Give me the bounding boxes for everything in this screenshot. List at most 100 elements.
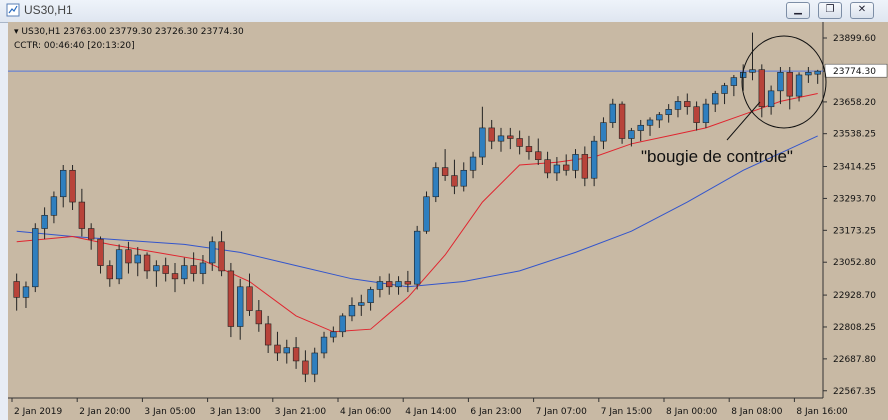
candle-body <box>320 336 328 354</box>
candle-body <box>386 281 393 288</box>
candle-body <box>367 289 374 303</box>
candle-body <box>758 69 765 108</box>
candle-body <box>665 109 672 115</box>
chart-window-icon <box>6 3 20 17</box>
y-tick-label: 22567.35 <box>833 387 876 397</box>
restore-button[interactable]: ❐ <box>818 2 842 19</box>
x-tick-label: 7 Jan 07:00 <box>536 407 588 417</box>
chart-window: US30,H1 ▁ ❐ ✕ 23899.60 23658.20 23538.25 23… <box>0 0 888 420</box>
candle-body <box>535 151 542 160</box>
x-tick-label: 7 Jan 15:00 <box>601 407 653 417</box>
candle-body <box>441 167 449 176</box>
candle-body <box>274 344 281 354</box>
candle-body <box>153 265 160 272</box>
candle-body <box>460 169 467 187</box>
candle-body <box>721 85 728 94</box>
candle-body <box>553 164 561 174</box>
candle-body <box>50 196 58 216</box>
candle-body <box>516 138 523 147</box>
candle-body <box>143 254 151 272</box>
close-button[interactable]: ✕ <box>850 2 874 19</box>
candle-body <box>600 122 607 142</box>
candle-body <box>376 281 384 290</box>
candle-body <box>581 154 589 179</box>
candle-body <box>97 238 104 266</box>
candle-body <box>684 101 691 108</box>
candle-body <box>507 135 514 139</box>
candle-body <box>469 156 477 171</box>
candle-body <box>488 127 495 142</box>
candle-body <box>702 103 710 123</box>
candle-body <box>209 241 216 264</box>
candle-body <box>199 262 207 274</box>
symbol-ohlc: US30,H1 23763.00 23779.30 23726.30 23774… <box>21 27 244 37</box>
candle-body <box>749 69 756 73</box>
y-tick-label: 23414.25 <box>833 163 876 173</box>
current-price-label: 23774.30 <box>833 67 876 77</box>
candle-body <box>786 72 793 97</box>
candle-body <box>777 72 784 92</box>
annotation-circle <box>741 35 827 129</box>
candle-body <box>590 140 598 179</box>
x-tick-label: 8 Jan 16:00 <box>796 407 848 417</box>
candle-body <box>264 323 272 346</box>
x-tick-label: 2 Jan 2019 <box>14 407 62 417</box>
candle-body <box>162 265 169 274</box>
candle-body <box>348 305 356 317</box>
candle-body <box>497 135 505 142</box>
candle-body <box>767 90 775 108</box>
candle-body <box>609 103 616 123</box>
title-bar[interactable]: US30,H1 ▁ ❐ ✕ <box>0 0 888 23</box>
candle-body <box>32 228 39 288</box>
candle-body <box>22 286 30 298</box>
candle-body <box>674 101 682 110</box>
candle-body <box>404 281 412 285</box>
candle-body <box>246 286 253 311</box>
candle-body <box>693 106 700 123</box>
candle-body <box>637 124 644 131</box>
chart-header-info: ▾ US30,H1 23763.00 23779.30 23726.30 237… <box>14 27 244 37</box>
y-tick-label: 22808.25 <box>833 323 876 333</box>
candle-body <box>134 254 141 264</box>
candle-body <box>451 175 458 187</box>
dropdown-arrow-icon[interactable]: ▾ <box>14 27 19 37</box>
candle-body <box>479 127 486 158</box>
candle-body <box>628 130 635 139</box>
x-tick-label: 6 Jan 23:00 <box>470 407 522 417</box>
indicator-info: CCTR: 00:46:40 [20:13:20] <box>14 41 135 51</box>
y-tick-label: 23899.60 <box>833 34 876 44</box>
x-tick-label: 3 Jan 05:00 <box>144 407 196 417</box>
candle-body <box>525 146 533 153</box>
candle-body <box>339 315 346 333</box>
y-tick-label: 23538.25 <box>833 130 876 140</box>
candle-body <box>413 230 421 285</box>
minimize-button[interactable]: ▁ <box>786 2 810 19</box>
y-tick-label: 22928.70 <box>833 291 876 301</box>
x-tick-label: 3 Jan 21:00 <box>275 407 327 417</box>
candle-body <box>618 103 626 139</box>
candle-body <box>712 93 719 105</box>
candle-body <box>60 169 67 198</box>
candle-body <box>181 265 188 280</box>
x-tick-label: 3 Jan 13:00 <box>210 407 262 417</box>
candle-body <box>358 302 365 306</box>
candle-body <box>171 273 179 280</box>
candle-body <box>423 196 430 232</box>
x-tick-label: 2 Jan 20:00 <box>79 407 131 417</box>
candle-body <box>805 72 812 76</box>
candle-body <box>795 74 803 97</box>
candlestick-chart[interactable]: 23899.60 23658.20 23538.25 23414.25 23293.70… <box>8 22 888 420</box>
y-tick-label: 23173.25 <box>833 226 876 236</box>
window-title: US30,H1 <box>24 3 73 17</box>
candle-body <box>87 228 95 240</box>
candle-body <box>302 360 309 375</box>
annotation-text: "bougie de controle" <box>641 147 793 166</box>
candle-body <box>125 249 132 264</box>
candle-body <box>218 241 225 272</box>
candle-body <box>13 281 20 298</box>
candle-body <box>572 154 579 171</box>
candle-body <box>115 249 123 280</box>
y-tick-label: 23658.20 <box>833 98 876 108</box>
fast-moving-average <box>16 93 818 333</box>
y-tick-label: 23052.80 <box>833 258 876 268</box>
